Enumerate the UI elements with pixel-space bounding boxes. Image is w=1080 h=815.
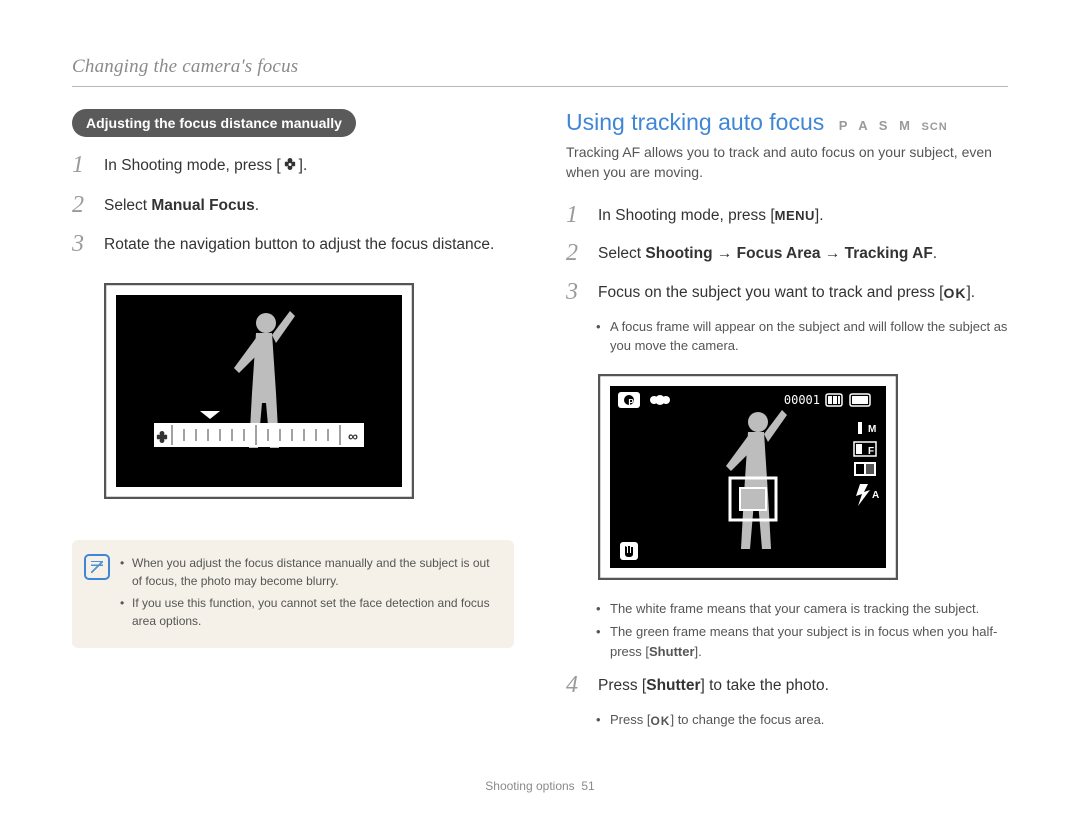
bold-text: Tracking AF xyxy=(845,245,933,262)
text: ]. xyxy=(695,644,702,659)
bullet-item: Press [OK] to change the focus area. xyxy=(596,710,1008,730)
step-text: Select Manual Focus. xyxy=(104,191,259,220)
text: ]. xyxy=(815,207,824,224)
note-item: When you adjust the focus distance manua… xyxy=(120,554,496,590)
step-1: 1 In Shooting mode, press []. xyxy=(72,151,514,181)
text: . xyxy=(933,245,937,262)
text: ] to take the photo. xyxy=(700,677,828,694)
text: ] to change the focus area. xyxy=(670,712,824,727)
text: . xyxy=(255,197,259,214)
text: ]. xyxy=(967,284,976,301)
step-number: 4 xyxy=(566,671,598,700)
note-icon xyxy=(84,554,110,580)
bullet-item: A focus frame will appear on the subject… xyxy=(596,317,1008,356)
step-number: 3 xyxy=(72,230,104,259)
right-column: Using tracking auto focus P A S M SCN Tr… xyxy=(566,109,1008,740)
content-columns: Adjusting the focus distance manually 1 … xyxy=(72,109,1008,740)
step-number: 2 xyxy=(566,239,598,268)
bold-text: Manual Focus xyxy=(151,197,254,214)
text: Select xyxy=(104,197,151,214)
step-number: 2 xyxy=(72,191,104,220)
manual-focus-illustration: ∞ xyxy=(104,283,414,499)
step-number: 1 xyxy=(72,151,104,181)
text: Focus on the subject you want to track a… xyxy=(598,284,944,301)
step-text: Focus on the subject you want to track a… xyxy=(598,278,975,307)
text: In Shooting mode, press [ xyxy=(598,207,775,224)
section-heading-row: Using tracking auto focus P A S M SCN xyxy=(566,109,1008,136)
overlay-m: M xyxy=(868,424,876,435)
bullet-item: The white frame means that your camera i… xyxy=(596,599,1008,619)
note-list: When you adjust the focus distance manua… xyxy=(120,554,496,634)
step-text: Rotate the navigation button to adjust t… xyxy=(104,230,494,259)
overlay-flash-a: A xyxy=(872,490,879,501)
step-2: 2 Select Shooting → Focus Area → Trackin… xyxy=(566,239,1008,268)
step-2: 2 Select Manual Focus. xyxy=(72,191,514,220)
ok-button-label: OK xyxy=(944,283,967,303)
text: Press [ xyxy=(598,677,646,694)
bold-text: Focus Area xyxy=(737,245,821,262)
note-box: When you adjust the focus distance manua… xyxy=(72,540,514,648)
footer-label: Shooting options xyxy=(485,779,574,793)
bold-text: Shutter xyxy=(646,677,700,694)
arrow: → xyxy=(713,245,737,262)
note-item: If you use this function, you cannot set… xyxy=(120,594,496,630)
footer-page-number: 51 xyxy=(581,779,594,793)
step-3: 3 Focus on the subject you want to track… xyxy=(566,278,1008,307)
mode-tags: P A S M SCN xyxy=(839,118,948,133)
sub-bullet-list: Press [OK] to change the focus area. xyxy=(596,710,1008,730)
flower-macro-icon xyxy=(281,156,299,181)
step-text: Select Shooting → Focus Area → Tracking … xyxy=(598,239,937,268)
menu-button-label: MENU xyxy=(775,207,815,226)
ok-button-label: OK xyxy=(650,712,670,730)
text: Press [ xyxy=(610,712,650,727)
step-1: 1 In Shooting mode, press [MENU]. xyxy=(566,201,1008,230)
text: ]. xyxy=(299,157,308,174)
tracking-af-illustration: P 00001 M F xyxy=(598,374,898,580)
subsection-pill: Adjusting the focus distance manually xyxy=(72,109,356,137)
svg-text:P: P xyxy=(628,398,634,407)
section-intro: Tracking AF allows you to track and auto… xyxy=(566,142,1008,183)
page-header: Changing the camera's focus xyxy=(72,56,1008,78)
step-4: 4 Press [Shutter] to take the photo. xyxy=(566,671,1008,700)
step-text: In Shooting mode, press [MENU]. xyxy=(598,201,824,230)
step-text: Press [Shutter] to take the photo. xyxy=(598,671,829,700)
left-column: Adjusting the focus distance manually 1 … xyxy=(72,109,514,740)
step-3: 3 Rotate the navigation button to adjust… xyxy=(72,230,514,259)
step-number: 3 xyxy=(566,278,598,307)
bullet-item: The green frame means that your subject … xyxy=(596,622,1008,661)
svg-text:∞: ∞ xyxy=(348,428,358,444)
header-rule xyxy=(72,86,1008,87)
step-number: 1 xyxy=(566,201,598,230)
page-footer: Shooting options 51 xyxy=(0,779,1080,793)
overlay-f: F xyxy=(868,446,874,457)
shot-counter: 00001 xyxy=(784,393,820,407)
modes: P A S M xyxy=(839,118,914,133)
step-text: In Shooting mode, press []. xyxy=(104,151,307,181)
bold-text: Shutter xyxy=(649,644,695,659)
text: In Shooting mode, press [ xyxy=(104,157,281,174)
bold-text: Shooting xyxy=(645,245,712,262)
sub-bullet-list: A focus frame will appear on the subject… xyxy=(596,317,1008,356)
mode-scn: SCN xyxy=(922,121,948,133)
arrow: → xyxy=(821,245,845,262)
sub-bullet-list: The white frame means that your camera i… xyxy=(596,599,1008,662)
text: Select xyxy=(598,245,645,262)
section-title: Using tracking auto focus xyxy=(566,109,824,135)
